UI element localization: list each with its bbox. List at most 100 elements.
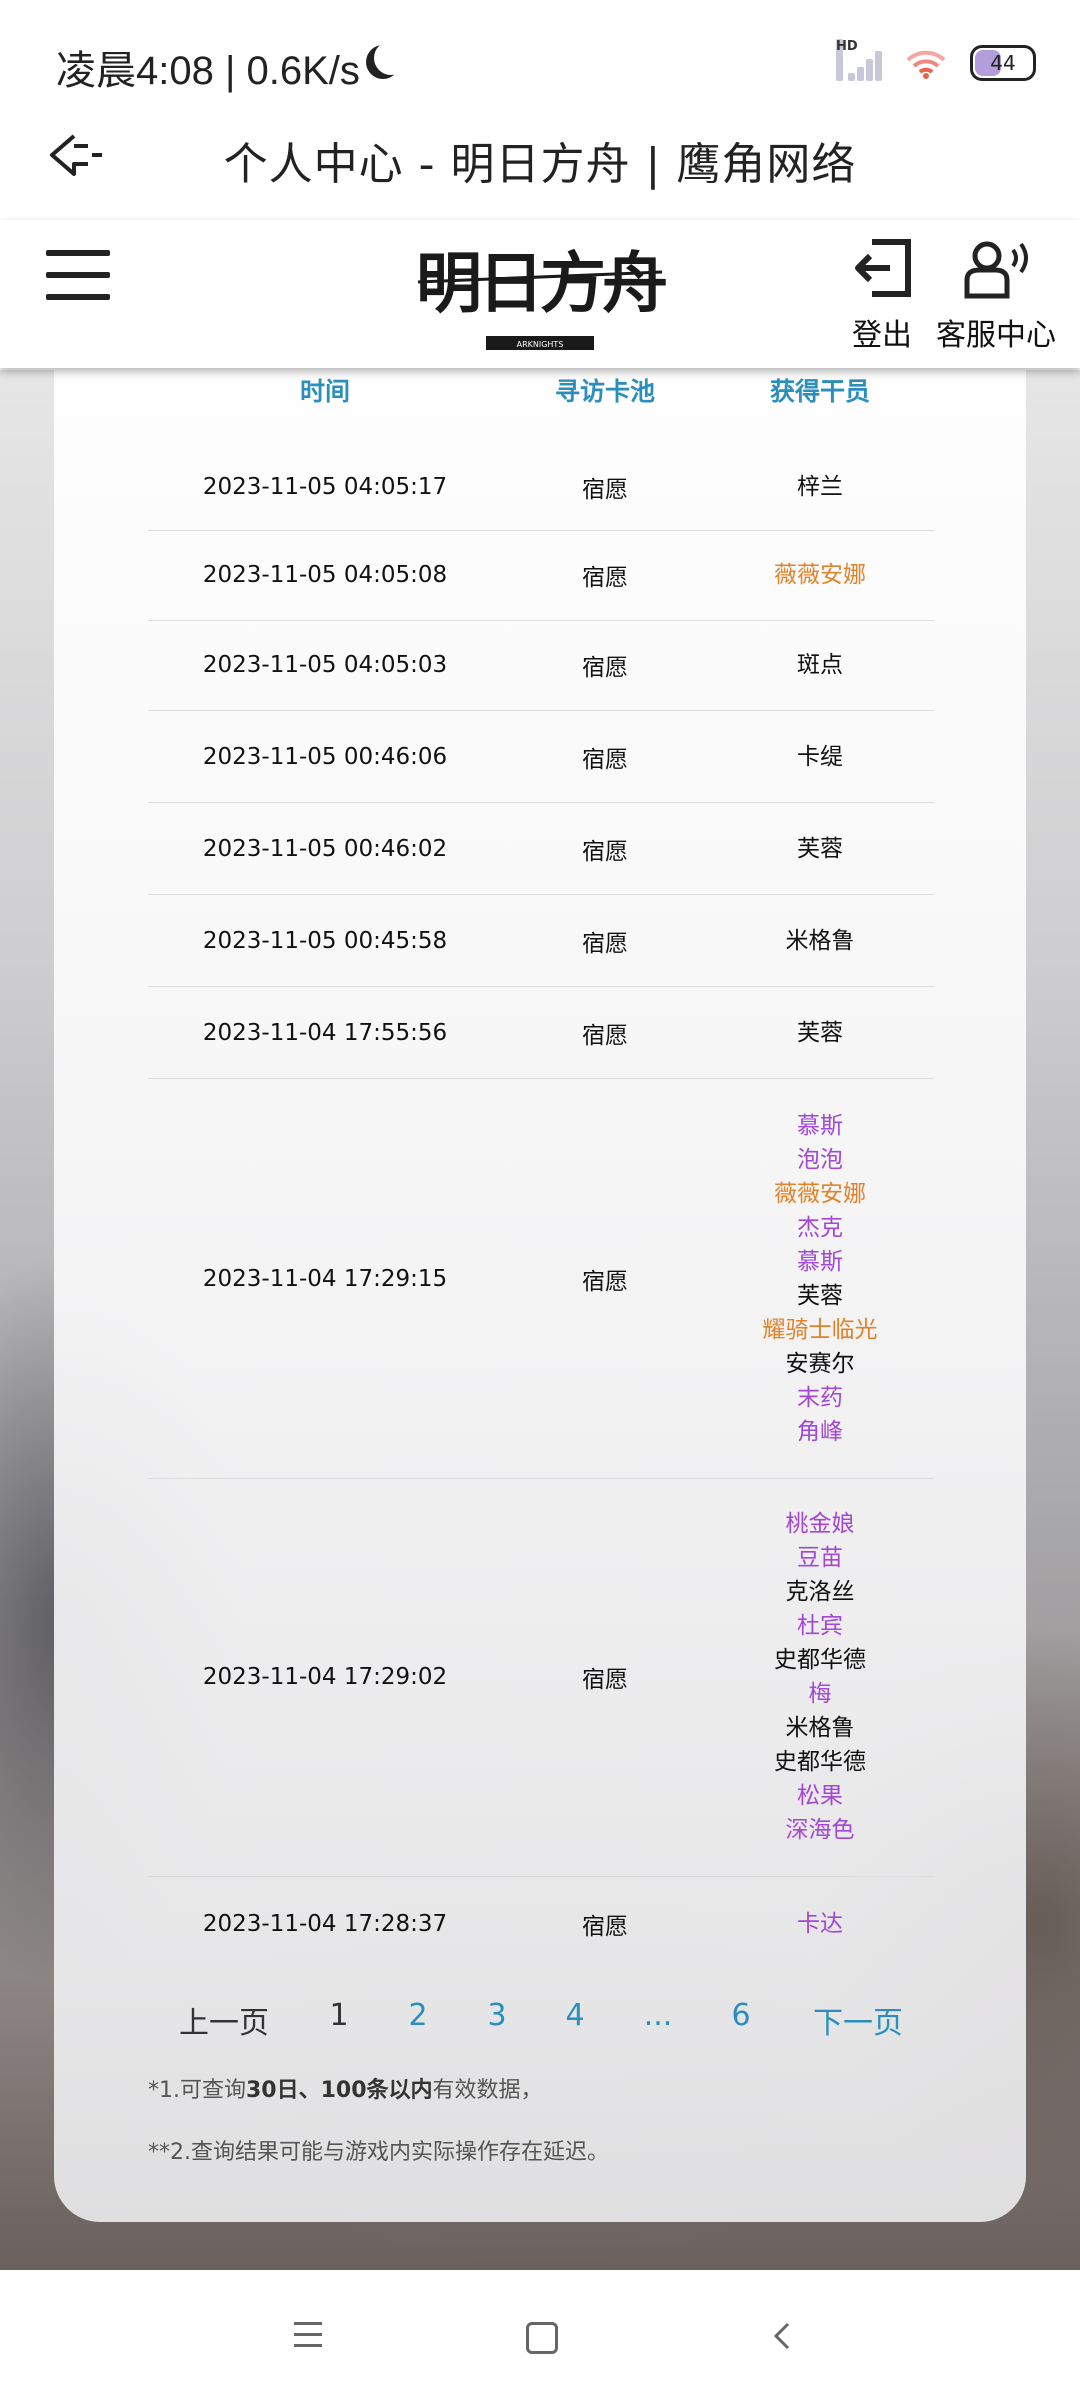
page-3-link[interactable]: 3: [487, 1998, 506, 2033]
operator-name: 梓兰: [797, 474, 843, 500]
logout-button[interactable]: 登出: [846, 236, 918, 354]
operator-name: 薇薇安娜: [774, 562, 866, 588]
wifi-icon: [906, 50, 946, 79]
battery-icon: 44: [970, 45, 1036, 81]
customer-service-button[interactable]: 客服中心: [930, 236, 1062, 354]
operator-name: 芙蓉: [797, 1020, 843, 1046]
nav-back-icon[interactable]: [766, 2318, 802, 2354]
logout-label: 登出: [852, 318, 912, 353]
row-operators: 卡缇: [797, 740, 843, 774]
table-row: 2023-11-05 00:45:58 宿愿 米格鲁: [148, 896, 934, 987]
recent-apps-icon[interactable]: [294, 2322, 322, 2355]
network-type-label: HD: [836, 39, 858, 81]
operator-name: 卡缇: [797, 744, 843, 770]
column-header-time: 时间: [299, 377, 351, 406]
operator-name: 角峰: [797, 1419, 843, 1445]
row-time: 2023-11-05 00:45:58: [202, 928, 448, 954]
operator-name: 米格鲁: [785, 1715, 855, 1741]
row-pool: 宿愿: [582, 931, 628, 957]
row-time: 2023-11-05 00:46:02: [202, 836, 448, 862]
row-time: 2023-11-05 00:46:06: [202, 744, 448, 770]
table-row: 2023-11-05 04:05:17 宿愿 梓兰: [148, 444, 934, 531]
operator-name: 安赛尔: [785, 1351, 855, 1377]
table-row: 2023-11-04 17:29:02 宿愿 桃金娘 豆苗 克洛丝 杜宾 史都华德梅米格鲁史…: [148, 1478, 934, 1877]
table-row: 2023-11-04 17:28:37 宿愿 卡达: [148, 1876, 934, 1972]
row-operators: 米格鲁: [786, 924, 855, 958]
row-pool: 宿愿: [582, 655, 628, 681]
page-title: 个人中心 - 明日方舟 | 鹰角网络: [223, 139, 857, 190]
table-header: 时间 寻访卡池 获得干员: [0, 372, 1080, 412]
row-pool: 宿愿: [582, 477, 628, 503]
note-1: *1.可查询30日、100条以内有效数据，: [148, 2078, 543, 2103]
page-2-link[interactable]: 2: [408, 1998, 427, 2033]
operator-name: 芙蓉: [797, 1283, 843, 1309]
operator-name: 梅: [808, 1681, 832, 1707]
column-header-pool: 寻访卡池: [554, 377, 656, 406]
operator-name: 斑点: [797, 652, 843, 678]
operator-name: 杰克: [797, 1215, 843, 1241]
operator-name: 桃金娘: [785, 1511, 855, 1537]
battery-level: 44: [990, 51, 1016, 75]
arknights-logo[interactable]: 明日方舟 ARKNIGHTS: [414, 232, 666, 356]
operator-name: 薇薇安娜: [774, 1181, 866, 1207]
operator-name: 豆苗: [797, 1545, 843, 1571]
operator-name: 克洛丝: [785, 1579, 855, 1605]
row-pool: 宿愿: [582, 1023, 628, 1049]
page-6-link[interactable]: 6: [731, 1998, 750, 2033]
row-operators: 卡达: [797, 1907, 843, 1941]
row-pool: 宿愿: [582, 1914, 628, 1940]
table-row: 2023-11-04 17:55:56 宿愿 芙蓉: [148, 988, 934, 1079]
operator-name: 耀骑士临光: [762, 1317, 878, 1343]
row-pool: 宿愿: [582, 839, 628, 865]
row-operators: 芙蓉: [797, 1016, 843, 1050]
logo-subtext: ARKNIGHTS: [517, 340, 564, 349]
operator-name: 史都华德: [774, 1647, 866, 1673]
operator-name: 芙蓉: [797, 836, 843, 862]
hamburger-menu-icon[interactable]: [46, 250, 110, 300]
cellular-signal-icon: HD: [836, 39, 882, 81]
row-time: 2023-11-04 17:55:56: [202, 1020, 448, 1046]
logo-text: 明日方舟: [416, 244, 666, 322]
row-operators: 芙蓉: [797, 832, 843, 866]
next-page-button[interactable]: 下一页: [813, 1998, 903, 2042]
row-pool: 宿愿: [582, 565, 628, 591]
row-pool: 宿愿: [582, 747, 628, 773]
previous-page-button[interactable]: 上一页: [179, 1998, 269, 2042]
customer-service-icon: [964, 241, 1028, 299]
column-header-operators: 获得干员: [769, 377, 871, 406]
row-time: 2023-11-04 17:29:15: [202, 1266, 448, 1292]
operator-name: 杜宾: [797, 1613, 843, 1639]
table-row: 2023-11-05 04:05:08 宿愿 薇薇安娜: [148, 530, 934, 621]
table-row: 2023-11-04 17:29:15 宿愿 慕斯 泡泡 薇薇安娜 杰克 慕斯 芙蓉 耀骑士临光…: [148, 1080, 934, 1479]
table-row: 2023-11-05 00:46:06 宿愿 卡缇: [148, 712, 934, 803]
do-not-disturb-moon-icon: [374, 41, 408, 75]
row-operators: 薇薇安娜: [774, 558, 866, 592]
row-pool: 宿愿: [582, 1667, 628, 1693]
operator-name: 泡泡: [797, 1147, 843, 1173]
row-time: 2023-11-04 17:29:02: [202, 1664, 448, 1690]
page-1-current: 1: [329, 1998, 349, 2033]
status-time: 凌晨4:08 | 0.6K/s: [56, 49, 360, 93]
table-row: 2023-11-05 00:46:02 宿愿 芙蓉: [148, 804, 934, 895]
operator-name: 卡达: [797, 1911, 843, 1937]
row-time: 2023-11-05 04:05:08: [202, 562, 448, 588]
table-row: 2023-11-05 04:05:03 宿愿 斑点: [148, 620, 934, 711]
customer-service-label: 客服中心: [936, 318, 1056, 353]
logout-icon: [855, 239, 911, 297]
page-4-link[interactable]: 4: [565, 1998, 584, 2033]
page-ellipsis: ...: [643, 1998, 673, 2033]
home-icon[interactable]: [526, 2322, 558, 2354]
query-notes: *1.可查询30日、100条以内有效数据， **2.查询结果可能与游戏内实际操作…: [148, 2072, 609, 2196]
operator-name: 深海色: [785, 1817, 855, 1843]
operator-name: 松果: [797, 1783, 843, 1809]
operator-name: 慕斯: [797, 1249, 843, 1275]
row-operators: 梓兰: [797, 470, 843, 504]
row-operators: 桃金娘 豆苗 克洛丝 杜宾 史都华德梅米格鲁 史都华德 松果 深海色: [774, 1507, 866, 1847]
operator-name: 米格鲁: [785, 928, 855, 954]
note-2: **2.查询结果可能与游戏内实际操作存在延迟。: [148, 2140, 609, 2165]
row-time: 2023-11-05 04:05:03: [202, 652, 448, 678]
pagination: 上一页 1 2 3 4 ... 6 下一页: [0, 1998, 1080, 2042]
operator-name: 慕斯: [797, 1113, 843, 1139]
operator-name: 史都华德: [774, 1749, 866, 1775]
row-pool: 宿愿: [582, 1269, 628, 1295]
